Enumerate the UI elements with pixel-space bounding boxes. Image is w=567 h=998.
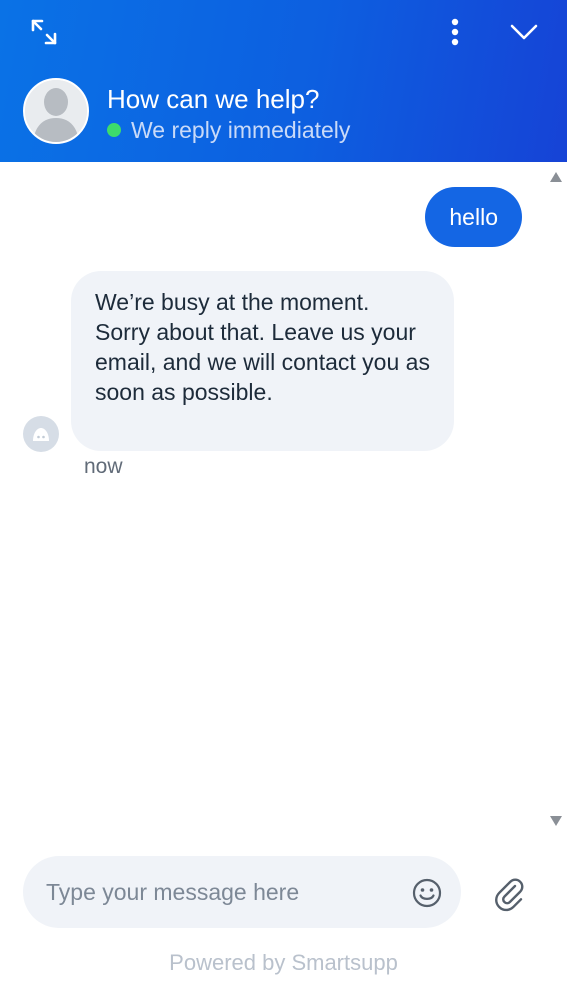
chat-header: How can we help? We reply immediately [0,0,567,162]
scroll-up-button[interactable] [549,170,563,182]
online-status: We reply immediately [107,117,350,143]
bot-icon [33,428,49,441]
powered-by-footer[interactable]: Powered by Smartsupp [0,950,567,976]
emoji-button[interactable] [411,877,443,909]
message-input[interactable] [46,856,406,928]
paperclip-icon [495,878,524,912]
online-dot-icon [107,123,121,137]
chevron-down-icon [510,24,538,40]
status-text: We reply immediately [131,117,351,143]
message-incoming: We’re busy at the moment. Sorry about th… [71,271,454,451]
expand-arrows-icon [31,19,57,45]
menu-button[interactable] [440,16,470,48]
expand-button[interactable] [28,16,60,48]
minimize-button[interactable] [506,16,542,48]
message-composer [23,856,461,928]
scroll-down-button[interactable] [549,814,563,826]
message-outgoing: hello [425,187,522,247]
agent-avatar [23,78,89,144]
bot-avatar [23,416,59,452]
chat-widget: How can we help? We reply immediately he… [0,0,567,998]
triangle-down-icon [550,816,562,826]
message-list[interactable]: hello We’re busy at the moment. Sorry ab… [0,162,567,840]
person-silhouette-icon [25,80,87,142]
smiley-icon [412,878,442,908]
vertical-dots-icon [451,18,459,46]
message-timestamp: now [84,455,123,478]
attach-file-button[interactable] [492,876,528,912]
header-title: How can we help? [107,84,320,114]
triangle-up-icon [550,172,562,182]
